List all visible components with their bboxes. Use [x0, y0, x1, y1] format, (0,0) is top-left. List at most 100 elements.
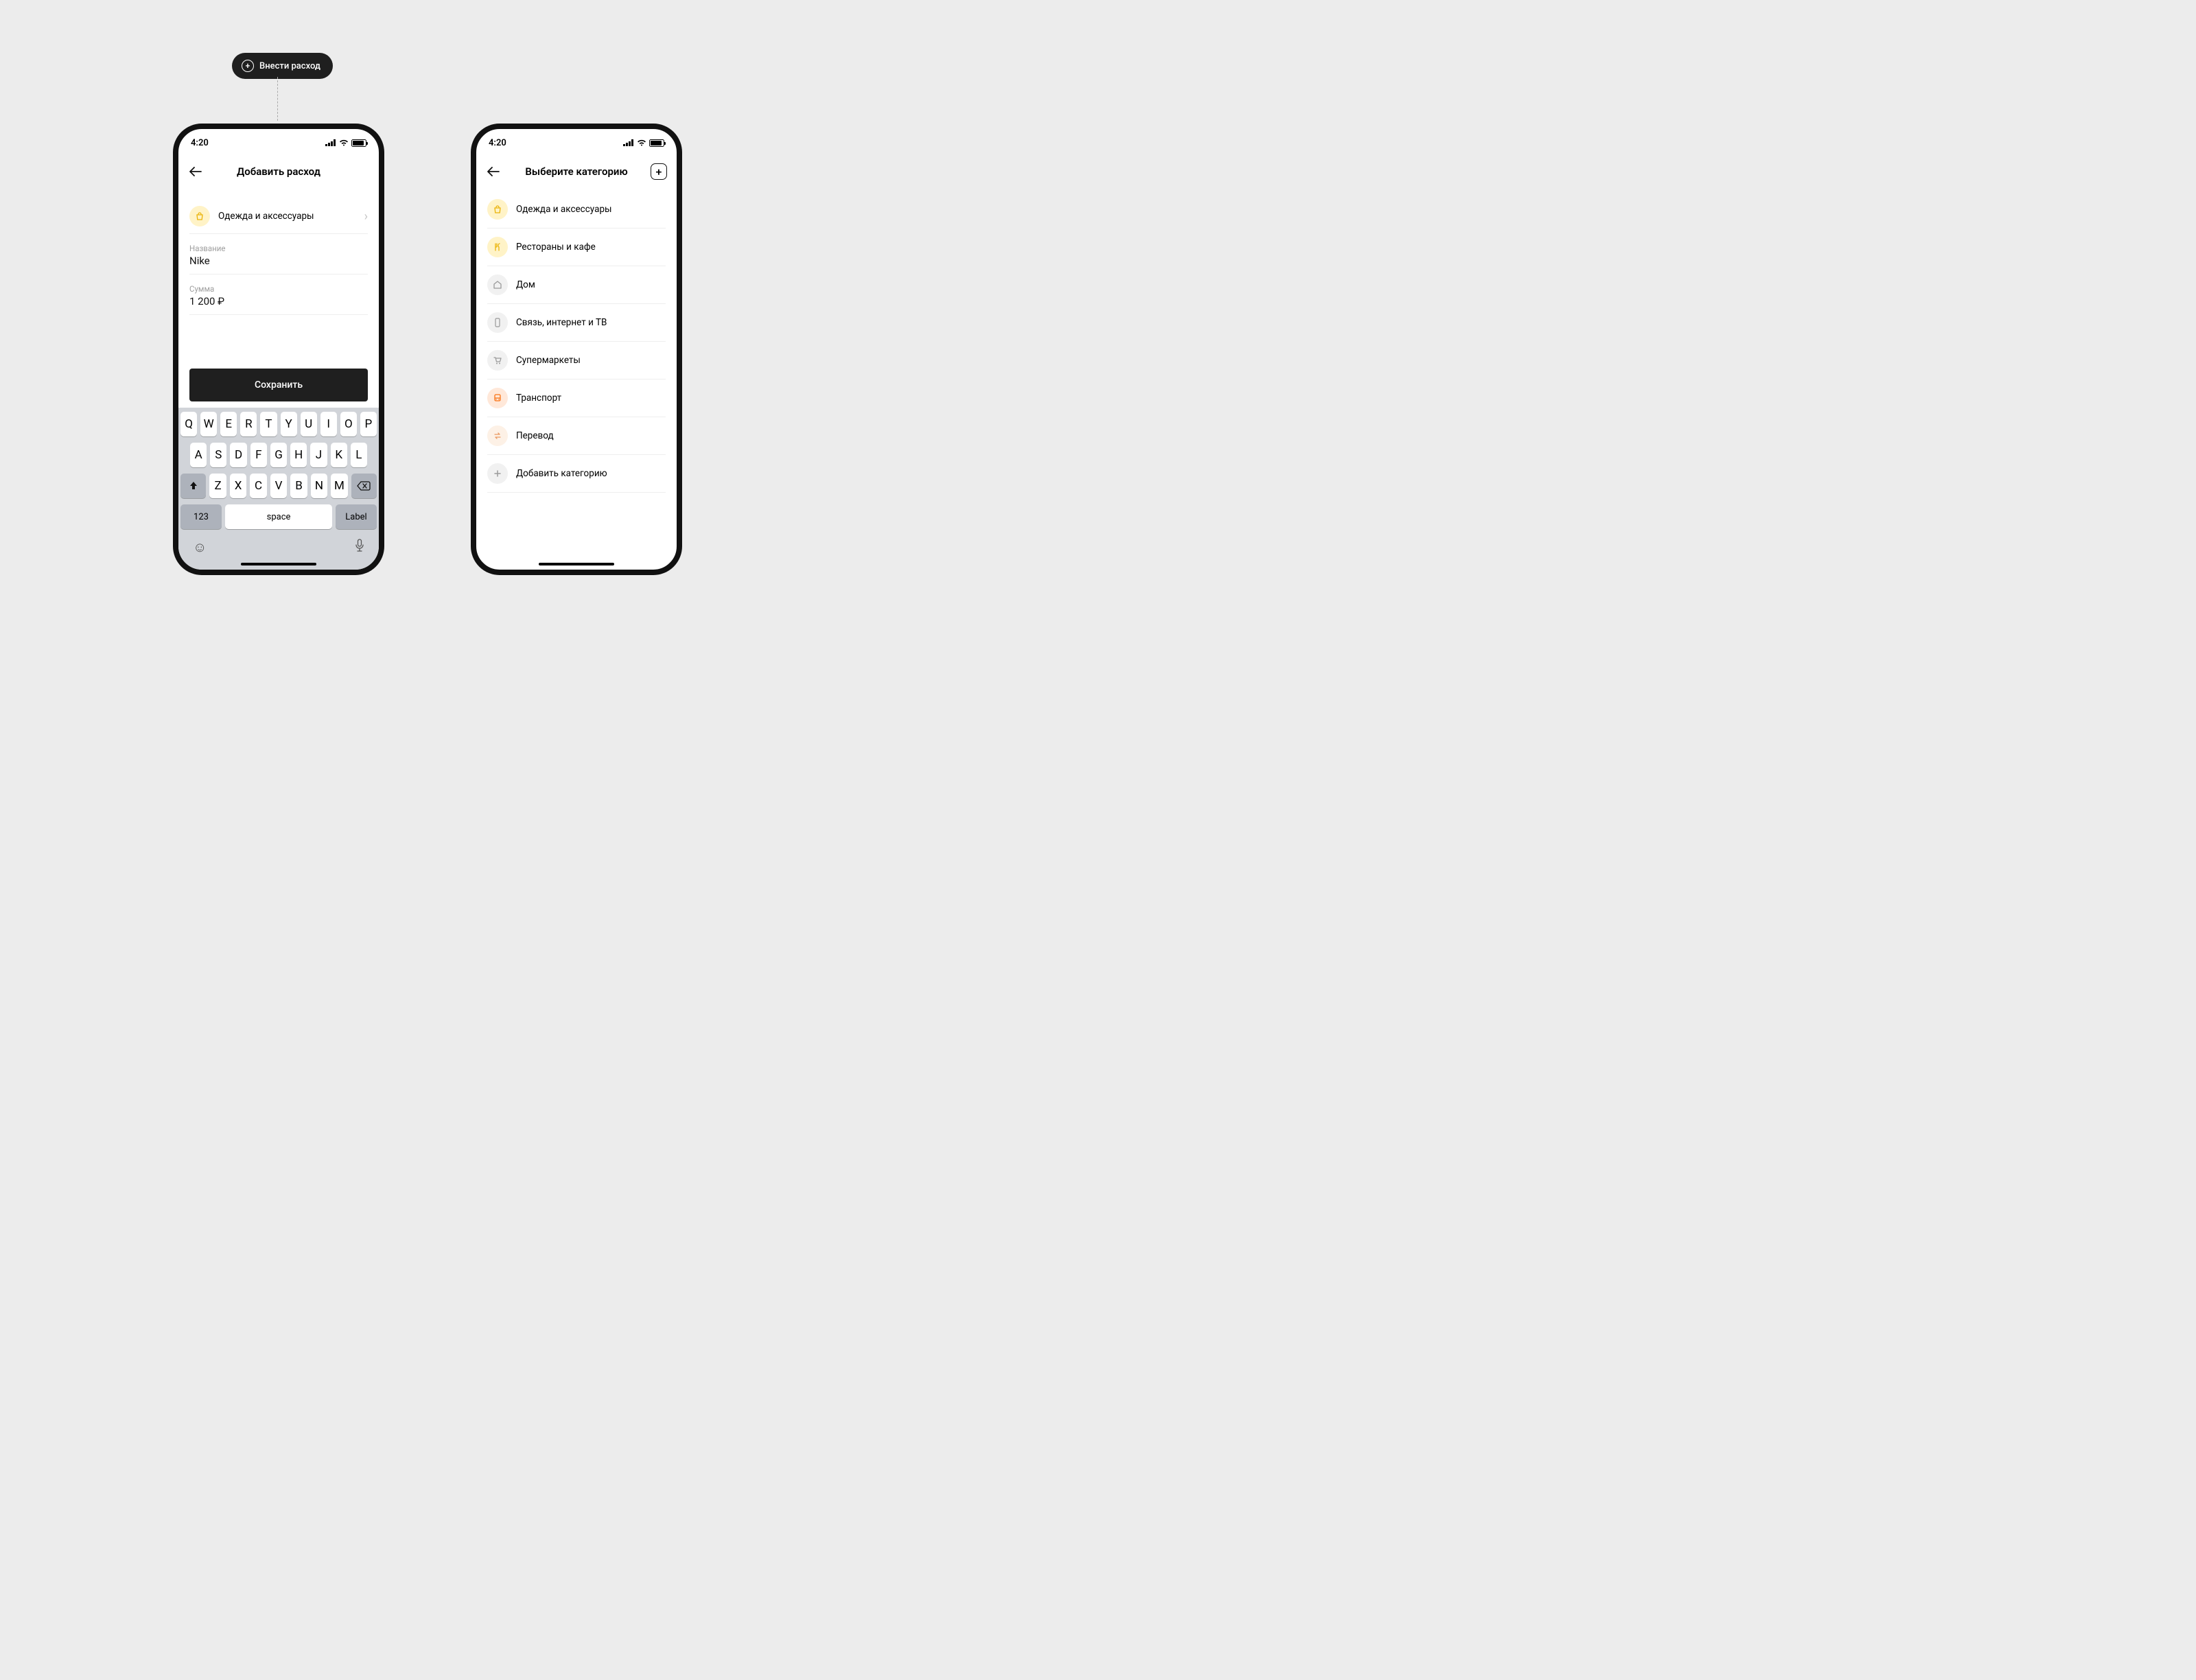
category-item[interactable]: Рестораны и кафе	[487, 229, 666, 266]
keyboard-row-2: ASDFGHJKL	[180, 443, 377, 467]
home-indicator	[241, 563, 316, 565]
key-k[interactable]: K	[331, 443, 347, 467]
category-item[interactable]: Транспорт	[487, 380, 666, 417]
key-m[interactable]: M	[331, 474, 347, 498]
keyboard-row-3: ZXCVBNM	[180, 474, 377, 498]
status-time: 4:20	[489, 138, 506, 148]
key-n[interactable]: N	[311, 474, 327, 498]
status-time: 4:20	[191, 138, 209, 148]
chevron-right-icon: ›	[364, 209, 368, 224]
key-a[interactable]: A	[190, 443, 207, 467]
emoji-icon[interactable]: ☺	[193, 539, 207, 556]
key-p[interactable]: P	[360, 412, 377, 436]
bag-icon	[487, 199, 508, 220]
status-bar: 4:20	[178, 129, 379, 156]
phone-select-category: 4:20 Выберите категорию + Одежда и аксес…	[471, 124, 682, 575]
category-list: Одежда и аксессуары Рестораны и кафе Дом Св…	[476, 191, 677, 493]
key-g[interactable]: G	[270, 443, 287, 467]
category-item[interactable]: Дом	[487, 266, 666, 304]
category-item[interactable]: Одежда и аксессуары	[487, 191, 666, 229]
category-item-label: Супермаркеты	[516, 355, 666, 366]
key-u[interactable]: U	[301, 412, 317, 436]
category-item[interactable]: Связь, интернет и ТВ	[487, 304, 666, 342]
space-key[interactable]: space	[225, 504, 332, 529]
home-icon	[487, 275, 508, 295]
plus-circle-icon: +	[242, 60, 254, 72]
key-d[interactable]: D	[230, 443, 246, 467]
back-button[interactable]	[188, 164, 203, 179]
phone-add-expense: 4:20 Добавить расход Одежда и аксессуары…	[173, 124, 384, 575]
key-x[interactable]: X	[230, 474, 246, 498]
key-l[interactable]: L	[351, 443, 367, 467]
category-item[interactable]: Перевод	[487, 417, 666, 455]
keyboard-row-1: QWERTYUIOP	[180, 412, 377, 436]
wifi-icon	[637, 139, 646, 146]
key-z[interactable]: Z	[209, 474, 226, 498]
pill-label: Внести расход	[259, 61, 320, 71]
category-item-label: Дом	[516, 279, 666, 290]
home-indicator	[539, 563, 614, 565]
mic-icon[interactable]	[355, 539, 364, 556]
category-item-label: Одежда и аксессуары	[516, 204, 666, 215]
navbar: Выберите категорию +	[476, 156, 677, 187]
signal-icon	[623, 139, 634, 146]
category-item-label: Транспорт	[516, 393, 666, 404]
key-c[interactable]: C	[250, 474, 266, 498]
shift-key[interactable]	[180, 474, 206, 498]
key-b[interactable]: B	[290, 474, 307, 498]
food-icon	[487, 237, 508, 257]
plus-icon	[487, 463, 508, 484]
status-icons	[325, 139, 366, 147]
key-e[interactable]: E	[220, 412, 237, 436]
status-bar: 4:20	[476, 129, 677, 156]
wifi-icon	[339, 139, 349, 146]
add-expense-pill[interactable]: + Внести расход	[232, 53, 333, 79]
backspace-key[interactable]	[351, 474, 377, 498]
key-t[interactable]: T	[260, 412, 277, 436]
page-title: Выберите категорию	[525, 165, 627, 178]
name-field[interactable]: Название Nike	[189, 234, 368, 275]
category-item-label: Добавить категорию	[516, 468, 666, 479]
category-item-label: Связь, интернет и ТВ	[516, 317, 666, 328]
signal-icon	[325, 139, 336, 146]
navbar: Добавить расход	[178, 156, 379, 187]
key-o[interactable]: O	[340, 412, 357, 436]
numeric-key[interactable]: 123	[180, 504, 222, 529]
category-item[interactable]: Добавить категорию	[487, 455, 666, 493]
action-key[interactable]: Label	[336, 504, 377, 529]
category-label: Одежда и аксессуары	[218, 211, 356, 222]
add-category-button[interactable]: +	[651, 163, 667, 180]
key-q[interactable]: Q	[180, 412, 197, 436]
battery-icon	[351, 139, 366, 147]
cart-icon	[487, 350, 508, 371]
key-y[interactable]: Y	[281, 412, 297, 436]
key-j[interactable]: J	[310, 443, 327, 467]
save-label: Сохранить	[255, 380, 303, 390]
key-f[interactable]: F	[250, 443, 267, 467]
key-i[interactable]: I	[320, 412, 337, 436]
category-item[interactable]: Супермаркеты	[487, 342, 666, 380]
status-icons	[623, 139, 664, 147]
name-value: Nike	[189, 255, 368, 267]
amount-field[interactable]: Сумма 1 200 ₽	[189, 275, 368, 315]
amount-label: Сумма	[189, 284, 368, 294]
bus-icon	[487, 388, 508, 408]
category-selector[interactable]: Одежда и аксессуары ›	[189, 199, 368, 234]
amount-value: 1 200 ₽	[189, 295, 368, 307]
back-button[interactable]	[486, 164, 501, 179]
key-w[interactable]: W	[200, 412, 217, 436]
key-r[interactable]: R	[240, 412, 257, 436]
battery-icon	[649, 139, 664, 147]
key-s[interactable]: S	[210, 443, 226, 467]
category-item-label: Перевод	[516, 430, 666, 441]
bag-icon	[189, 206, 210, 226]
save-button[interactable]: Сохранить	[189, 369, 368, 401]
phone-icon	[487, 312, 508, 333]
name-label: Название	[189, 244, 368, 253]
page-title: Добавить расход	[237, 165, 320, 178]
connector-line	[277, 77, 278, 121]
swap-icon	[487, 425, 508, 446]
key-h[interactable]: H	[290, 443, 307, 467]
key-v[interactable]: V	[270, 474, 287, 498]
category-item-label: Рестораны и кафе	[516, 242, 666, 253]
